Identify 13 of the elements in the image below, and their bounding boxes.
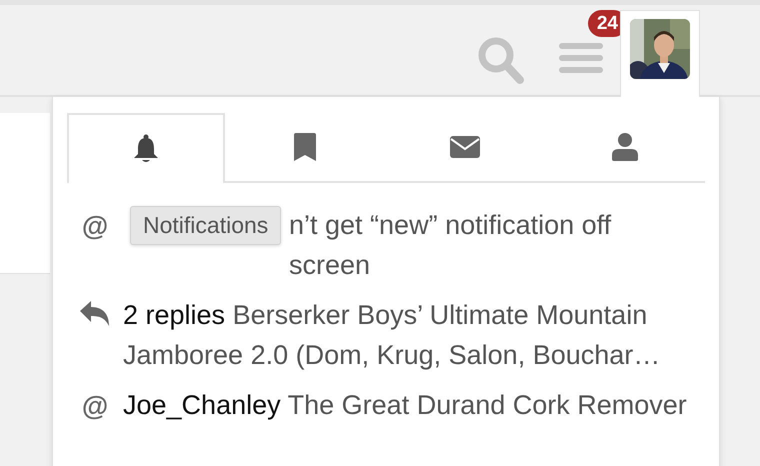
user-icon: [612, 133, 638, 161]
tooltip: Notifications: [130, 206, 282, 245]
notification-text[interactable]: n’t get “new” notification off screen: [289, 205, 698, 285]
tab[interactable]: [67, 113, 225, 183]
bookmark-icon: [294, 133, 316, 161]
mention-icon: @: [82, 211, 108, 241]
bell-icon: [133, 134, 159, 164]
notification-text[interactable]: 2 replies Berserker Boys’ Ultimate Mountain Jamboree 2.0 (Dom, Krug, Salon, Bouchar…: [123, 295, 698, 375]
mention-icon: @: [82, 391, 108, 421]
reply-icon: [80, 301, 110, 327]
avatar-button[interactable]: [620, 10, 700, 97]
notification-text[interactable]: Joe_Chanley The Great Durand Cork Remover: [123, 385, 698, 425]
envelope-icon: [450, 136, 480, 158]
